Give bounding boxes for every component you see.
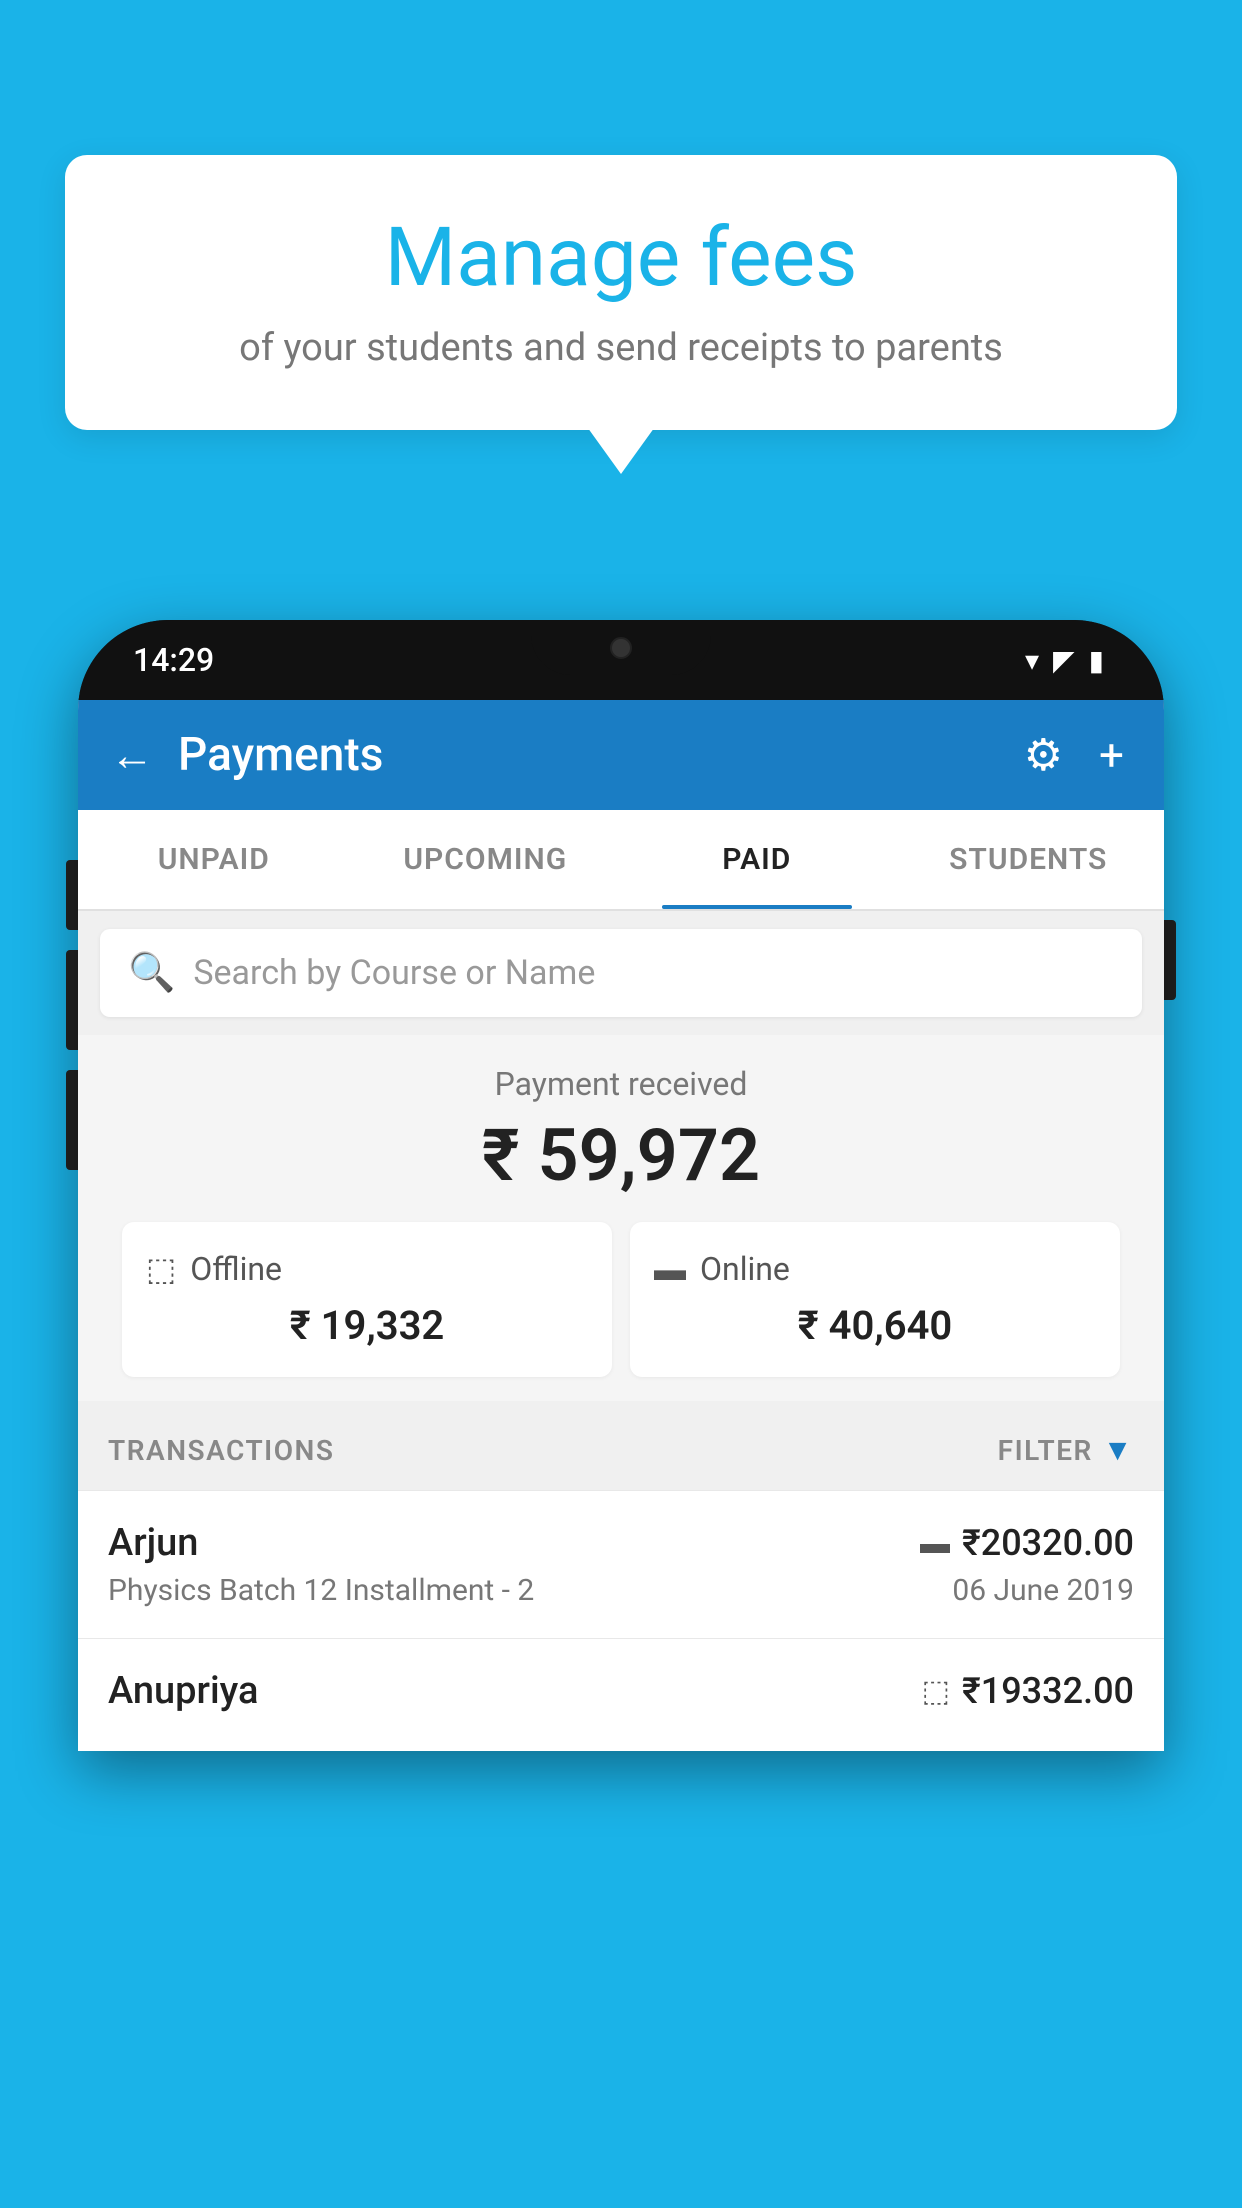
online-icon: ▬	[654, 1250, 686, 1288]
transaction-amount-row: ▬ ₹20320.00	[920, 1522, 1134, 1564]
phone-frame: 14:29 ▾ ◤ ▮ ← Payments ⚙ +	[78, 620, 1164, 1751]
payment-cards: ⬚ Offline ₹ 19,332 ▬ Online ₹ 40,640	[122, 1222, 1120, 1377]
transaction-top-row: Arjun ▬ ₹20320.00	[108, 1521, 1134, 1565]
offline-label: Offline	[190, 1250, 282, 1288]
transaction-row[interactable]: Anupriya ⬚ ₹19332.00	[78, 1638, 1164, 1751]
search-input[interactable]: Search by Course or Name	[193, 953, 595, 993]
online-payment-icon: ▬	[920, 1526, 950, 1561]
online-label: Online	[700, 1250, 790, 1288]
status-bar: 14:29 ▾ ◤ ▮	[78, 620, 1164, 700]
transaction-bottom-row: Physics Batch 12 Installment - 2 06 June…	[108, 1573, 1134, 1608]
signal-icon: ◤	[1053, 644, 1075, 677]
back-button[interactable]: ←	[110, 733, 154, 777]
notch	[531, 620, 711, 675]
filter-icon: ▼	[1103, 1433, 1134, 1468]
search-bar[interactable]: 🔍 Search by Course or Name	[100, 929, 1142, 1017]
transaction-date: 06 June 2019	[952, 1573, 1134, 1608]
app-header: ← Payments ⚙ +	[78, 700, 1164, 810]
status-time: 14:29	[133, 641, 214, 679]
transactions-header: TRANSACTIONS FILTER ▼	[78, 1401, 1164, 1490]
transaction-course: Physics Batch 12 Installment - 2	[108, 1573, 534, 1608]
page-title: Payments	[178, 728, 1000, 782]
wifi-icon: ▾	[1025, 644, 1039, 677]
tab-students[interactable]: STUDENTS	[893, 810, 1165, 909]
header-actions: ⚙ +	[1024, 729, 1124, 781]
transaction-amount: ₹20320.00	[962, 1522, 1134, 1564]
online-amount: ₹ 40,640	[654, 1302, 1096, 1349]
offline-amount: ₹ 19,332	[146, 1302, 588, 1349]
transaction-top-row: Anupriya ⬚ ₹19332.00	[108, 1669, 1134, 1713]
filter-label: FILTER	[998, 1434, 1093, 1467]
offline-payment-icon: ⬚	[922, 1674, 950, 1709]
offline-card: ⬚ Offline ₹ 19,332	[122, 1222, 612, 1377]
online-card: ▬ Online ₹ 40,640	[630, 1222, 1120, 1377]
tab-unpaid[interactable]: UNPAID	[78, 810, 350, 909]
transaction-amount-row: ⬚ ₹19332.00	[922, 1670, 1134, 1712]
transaction-amount: ₹19332.00	[962, 1670, 1134, 1712]
add-icon[interactable]: +	[1099, 729, 1124, 781]
tooltip-subtitle: of your students and send receipts to pa…	[125, 326, 1117, 370]
payment-total-amount: ₹ 59,972	[100, 1113, 1142, 1198]
payment-received-label: Payment received	[100, 1065, 1142, 1103]
app-screen: ← Payments ⚙ + UNPAID UPCOMING PAID	[78, 700, 1164, 1751]
tab-upcoming[interactable]: UPCOMING	[350, 810, 622, 909]
tooltip-card: Manage fees of your students and send re…	[65, 155, 1177, 430]
camera	[610, 637, 632, 659]
battery-icon: ▮	[1089, 644, 1104, 677]
offline-icon: ⬚	[146, 1250, 176, 1288]
search-icon: 🔍	[128, 951, 175, 995]
transaction-name: Arjun	[108, 1521, 198, 1565]
tab-paid[interactable]: PAID	[621, 810, 893, 909]
payment-summary: Payment received ₹ 59,972 ⬚ Offline ₹ 19…	[78, 1035, 1164, 1401]
tooltip-title: Manage fees	[125, 210, 1117, 306]
settings-icon[interactable]: ⚙	[1024, 729, 1063, 781]
transaction-name: Anupriya	[108, 1669, 258, 1713]
tabs-bar: UNPAID UPCOMING PAID STUDENTS	[78, 810, 1164, 911]
power-button	[1164, 920, 1176, 1000]
online-card-header: ▬ Online	[654, 1250, 1096, 1288]
volume-down-button	[66, 950, 78, 1050]
offline-card-header: ⬚ Offline	[146, 1250, 588, 1288]
filter-button[interactable]: FILTER ▼	[998, 1433, 1134, 1468]
transaction-row[interactable]: Arjun ▬ ₹20320.00 Physics Batch 12 Insta…	[78, 1490, 1164, 1638]
transactions-label: TRANSACTIONS	[108, 1434, 334, 1467]
silent-button	[66, 1070, 78, 1170]
volume-up-button	[66, 860, 78, 930]
status-icons: ▾ ◤ ▮	[1025, 644, 1104, 677]
